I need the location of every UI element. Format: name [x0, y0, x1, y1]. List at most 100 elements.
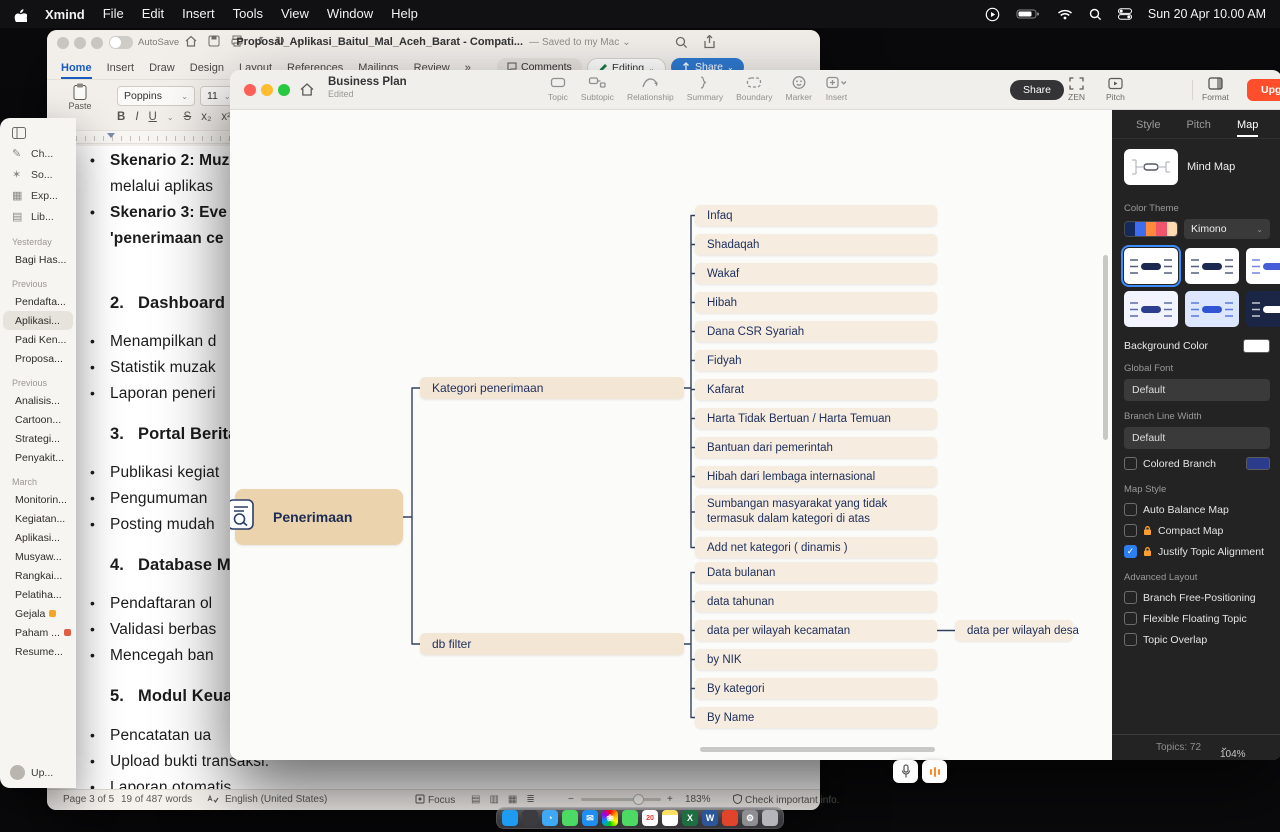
canvas-zoom-control[interactable]: 104% ⌄	[1220, 742, 1228, 753]
minimize-button[interactable]	[261, 84, 273, 96]
zoom-percentage[interactable]: 183%	[685, 794, 711, 805]
format-button-0[interactable]: B	[117, 111, 125, 123]
menu-help[interactable]: Help	[391, 6, 418, 21]
document-line[interactable]: melalui aplikas	[110, 178, 213, 196]
document-line[interactable]: •Pengumuman	[110, 490, 208, 508]
format-button-4[interactable]: S	[184, 111, 192, 123]
focus-toggle[interactable]: Focus	[415, 794, 455, 806]
subtopic[interactable]: Hibah dari lembaga internasional	[695, 466, 937, 487]
page-indicator[interactable]: Page 3 of 5	[63, 794, 114, 805]
theme-palette[interactable]	[1124, 221, 1178, 237]
dock-facetime[interactable]	[622, 810, 638, 826]
dock-word[interactable]: W	[702, 810, 718, 826]
theme-card-1[interactable]	[1185, 248, 1239, 284]
dock-settings[interactable]: ⚙	[742, 810, 758, 826]
chat-history-item[interactable]: Paham ...	[3, 623, 73, 642]
map-title-block[interactable]: Business Plan Edited	[328, 76, 407, 99]
language-indicator[interactable]: English (United States)	[225, 794, 327, 805]
checkbox[interactable]	[1124, 524, 1137, 537]
map-style-option[interactable]: Compact Map	[1124, 524, 1270, 537]
branch-width-select[interactable]: Default	[1124, 427, 1270, 449]
toolbar-subtopic-button[interactable]: Subtopic	[581, 75, 614, 102]
font-family-select[interactable]: Poppins⌄	[117, 86, 195, 106]
chat-history-item[interactable]: Pendafta...	[3, 292, 73, 311]
chat-history-item[interactable]: Musyaw...	[3, 547, 73, 566]
menu-insert[interactable]: Insert	[182, 6, 215, 21]
document-line[interactable]: •Mencegah ban	[110, 647, 214, 665]
mindmap-canvas[interactable]: PenerimaanKategori penerimaandb filterIn…	[230, 110, 1112, 760]
subtopic[interactable]: Sumbangan masyarakat yang tidak termasuk…	[695, 495, 937, 529]
theme-card-3[interactable]	[1124, 291, 1178, 327]
panel-tab-map[interactable]: Map	[1237, 119, 1258, 137]
document-line[interactable]: •Statistik muzak	[110, 359, 216, 377]
checkbox[interactable]	[1124, 591, 1137, 604]
chat-history-item[interactable]: Padi Ken...	[3, 330, 73, 349]
chat-history-item[interactable]: Aplikasi...	[3, 528, 73, 547]
subtopic[interactable]: Data bulanan	[695, 562, 937, 583]
advanced-layout-option[interactable]: Branch Free-Positioning	[1124, 591, 1270, 604]
subtopic[interactable]: By Name	[695, 707, 937, 728]
panel-tab-style[interactable]: Style	[1136, 119, 1160, 131]
paste-button[interactable]: Paste	[59, 83, 101, 111]
horizontal-scrollbar[interactable]	[700, 747, 935, 752]
subtopic[interactable]: Bantuan dari pemerintah	[695, 437, 937, 458]
subtopic[interactable]: Shadaqah	[695, 234, 937, 255]
subtopic[interactable]: Hibah	[695, 292, 937, 313]
ribbon-tab-draw[interactable]: Draw	[149, 62, 175, 74]
document-line[interactable]: •Posting mudah	[110, 516, 215, 534]
zoom-slider[interactable]	[581, 798, 661, 801]
map-style-option[interactable]: ✓Justify Topic Alignment	[1124, 545, 1270, 558]
format-button-5[interactable]: x₂	[201, 111, 211, 123]
control-center-icon[interactable]	[1118, 8, 1132, 20]
chat-history-item[interactable]: Cartoon...	[3, 410, 73, 429]
branch-topic[interactable]: Kategori penerimaan	[420, 377, 684, 399]
document-line[interactable]: •Validasi berbas	[110, 621, 216, 639]
zen-mode-button[interactable]: ZEN	[1068, 77, 1085, 102]
wifi-icon[interactable]	[1057, 8, 1073, 20]
checkbox[interactable]	[1124, 633, 1137, 646]
pitch-mode-button[interactable]: Pitch	[1106, 77, 1125, 102]
dock-launchpad[interactable]	[522, 810, 538, 826]
chat-history-item[interactable]: Resume...	[3, 642, 73, 661]
sidebar-rail-item[interactable]: ▦Exp...	[0, 185, 76, 206]
subtopic[interactable]: Kafarat	[695, 379, 937, 400]
theme-card-0[interactable]	[1124, 248, 1178, 284]
dock-xmind[interactable]	[722, 810, 738, 826]
toolbar-insert-button[interactable]: Insert	[825, 75, 848, 102]
format-button-2[interactable]: U	[149, 111, 157, 123]
menu-app-name[interactable]: Xmind	[45, 7, 85, 22]
share-icon[interactable]	[703, 35, 716, 49]
menu-edit[interactable]: Edit	[142, 6, 164, 21]
now-playing-icon[interactable]	[985, 7, 1000, 22]
dictation-language-button[interactable]	[922, 760, 947, 783]
dock-excel[interactable]: X	[682, 810, 698, 826]
sidebar-rail-item[interactable]: ▤Lib...	[0, 206, 76, 227]
checkbox[interactable]	[1124, 503, 1137, 516]
colored-branch-option[interactable]: Colored Branch	[1124, 457, 1270, 470]
document-line[interactable]: 'penerimaan ce	[110, 230, 224, 248]
toolbar-topic-button[interactable]: Topic	[548, 75, 568, 102]
branch-color-swatch[interactable]	[1246, 457, 1270, 470]
menu-view[interactable]: View	[281, 6, 309, 21]
subtopic[interactable]: Infaq	[695, 205, 937, 226]
subtopic[interactable]: data tahunan	[695, 591, 937, 612]
menu-window[interactable]: Window	[327, 6, 373, 21]
format-button-1[interactable]: I	[135, 111, 138, 123]
close-button[interactable]	[244, 84, 256, 96]
microphone-button[interactable]	[893, 760, 918, 783]
colored-branch-checkbox[interactable]	[1124, 457, 1137, 470]
advanced-layout-option[interactable]: Topic Overlap	[1124, 633, 1270, 646]
dock-safari[interactable]: ◔	[542, 810, 558, 826]
chat-history-item[interactable]: Penyakit...	[3, 448, 73, 467]
chat-history-item[interactable]: Strategi...	[3, 429, 73, 448]
branch-topic[interactable]: db filter	[420, 633, 684, 655]
share-button[interactable]: Share	[1010, 80, 1064, 100]
spellcheck-icon[interactable]	[207, 794, 219, 805]
structure-selector[interactable]: Mind Map	[1124, 149, 1270, 185]
document-line[interactable]: •Pencatatan ua	[110, 727, 211, 745]
document-line[interactable]: •Laporan peneri	[110, 385, 216, 403]
dock-trash[interactable]	[762, 810, 778, 826]
sidebar-rail-item[interactable]: ✶So...	[0, 164, 76, 185]
toolbar-summary-button[interactable]: Summary	[687, 75, 723, 102]
ribbon-tab-insert[interactable]: Insert	[107, 62, 135, 74]
